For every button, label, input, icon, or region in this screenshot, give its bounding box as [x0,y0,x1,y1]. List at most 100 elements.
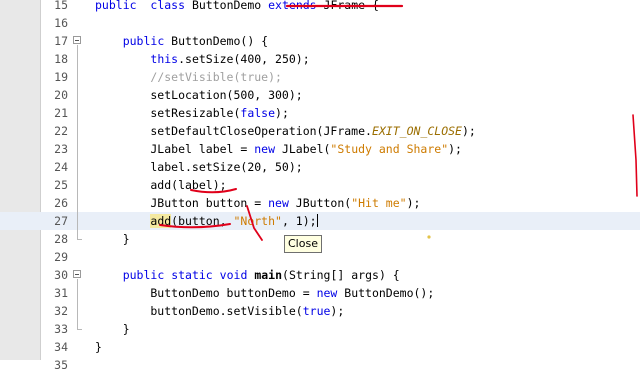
code-text: //setVisible(true); [95,68,282,86]
line-number: 32 [54,304,68,318]
code-line[interactable]: 34} [0,338,640,356]
code-token: true [302,304,331,318]
code-line[interactable]: 16 [0,14,640,32]
code-token: add [150,214,172,228]
code-line[interactable]: 17 public ButtonDemo() { [0,32,640,50]
code-token: buttonDemo.setVisible( [95,304,303,318]
code-text: } [95,230,130,248]
fold-guide-line [77,45,78,239]
line-number: 33 [54,322,68,336]
code-token: ); [448,142,462,156]
line-number: 30 [54,268,68,282]
code-line[interactable]: 31 ButtonDemo buttonDemo = new ButtonDem… [0,284,640,302]
code-token: "Hit me" [351,196,407,210]
code-token: , 1); [281,214,317,228]
code-line[interactable]: 15 public class ButtonDemo extends JFrame… [0,0,640,14]
code-token: setDefaultCloseOperation(JFrame. [95,124,372,138]
code-line[interactable]: 19 //setVisible(true); [0,68,640,86]
code-token: label.setSize(20, 50); [95,160,303,174]
code-text: setResizable(false); [95,104,289,122]
fold-toggle-icon[interactable] [73,36,81,44]
code-token: } [95,322,130,336]
code-token: new [316,286,338,300]
code-text: setDefaultCloseOperation(JFrame.EXIT_ON_… [95,122,476,140]
code-text: ButtonDemo buttonDemo = new ButtonDemo()… [95,284,434,302]
code-token: } [95,340,102,354]
line-number: 35 [54,358,68,372]
code-line[interactable]: 21 setResizable(false); [0,104,640,122]
line-number: 22 [54,124,68,138]
line-number: 20 [54,88,68,102]
code-text: public ButtonDemo() { [95,32,268,50]
line-number: 24 [54,160,68,174]
code-line[interactable]: 35 [0,356,640,374]
code-token: false [240,106,276,120]
code-token: ButtonDemo(); [337,286,435,300]
code-line[interactable]: 26 JButton button = new JButton("Hit me"… [0,194,640,212]
fold-guide-end [77,329,82,330]
text-caret [316,214,318,227]
code-editor[interactable]: 15 public class ButtonDemo extends JFrame… [0,0,640,372]
code-text: add(label); [95,176,227,194]
code-line[interactable]: 18 this.setSize(400, 250); [0,50,640,68]
code-token: JLabel label = [95,142,255,156]
code-token: setLocation(500, 300); [95,88,303,102]
code-token: (button, [171,214,234,228]
line-number: 29 [54,250,68,264]
code-text: JLabel label = new JLabel("Study and Sha… [95,140,462,158]
line-number: 15 [54,0,68,12]
code-line[interactable]: 25 add(label); [0,176,640,194]
code-line[interactable]: 20 setLocation(500, 300); [0,86,640,104]
code-token: ); [461,124,476,138]
line-number: 17 [54,34,68,48]
code-token: new [268,196,289,210]
fold-guide-line [77,279,78,329]
code-token: ButtonDemo [185,0,269,12]
code-text: label.setSize(20, 50); [95,158,303,176]
code-text: public class ButtonDemo extends JFrame { [95,0,379,14]
code-text: this.setSize(400, 250); [95,50,310,68]
code-token: ); [406,196,421,210]
code-token: extends [268,0,317,12]
code-line[interactable]: 24 label.setSize(20, 50); [0,158,640,176]
code-text: add(button, "North", 1); [95,212,318,230]
code-text: JButton button = new JButton("Hit me"); [95,194,420,212]
code-token: public [122,34,165,48]
line-number: 34 [54,340,68,354]
code-token: "North" [233,214,282,228]
code-text: } [95,320,130,338]
code-token: ); [275,106,289,120]
code-token: "Study and Share" [330,142,449,156]
fold-toggle-icon[interactable] [73,270,81,278]
code-token: add(label); [95,178,227,192]
code-line[interactable]: 23 JLabel label = new JLabel("Study and … [0,140,640,158]
code-token: (String[] args) { [282,268,400,282]
code-token: new [254,142,276,156]
code-line[interactable]: 22 setDefaultCloseOperation(JFrame.EXIT_… [0,122,640,140]
code-token: this [150,52,179,66]
code-token: void [219,268,248,282]
code-line[interactable]: 32 buttonDemo.setVisible(true); [0,302,640,320]
line-number: 18 [54,52,68,66]
code-token: public [122,268,165,282]
code-token: JButton( [288,196,352,210]
code-text: } [95,338,102,356]
code-token: //setVisible(true); [150,70,282,84]
code-line[interactable]: 30 public static void main(String[] args… [0,266,640,284]
line-number: 19 [54,70,68,84]
code-line[interactable]: 33 } [0,320,640,338]
code-token: ); [330,304,345,318]
code-text: public static void main(String[] args) { [95,266,400,284]
code-token: EXIT_ON_CLOSE [371,124,462,138]
code-token: .setSize(400, 250); [178,52,310,66]
line-number: 23 [54,142,68,156]
code-token: ButtonDemo() { [164,34,269,48]
line-number: 28 [54,232,68,246]
code-line[interactable]: 27 add(button, "North", 1); [0,212,640,230]
